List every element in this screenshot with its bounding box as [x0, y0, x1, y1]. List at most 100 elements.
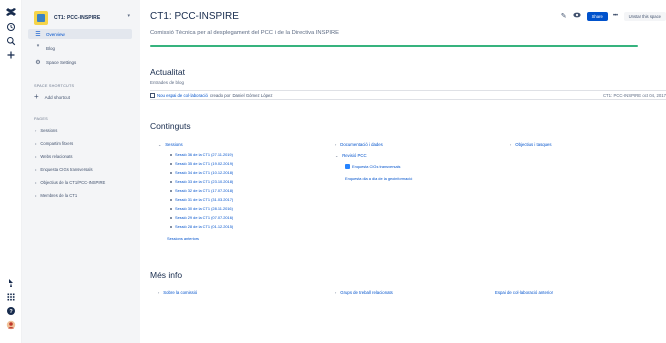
page-tree-item[interactable]: › Sessions	[35, 128, 57, 133]
sidebar-item-label: Space Settings	[46, 59, 77, 65]
create-icon[interactable]	[4, 50, 18, 64]
space-name: CT1: PCC-INSPIRE	[54, 15, 101, 21]
session-link[interactable]: Sessió 33 de la CT1 (23.10.2018)	[170, 179, 233, 184]
session-link[interactable]: Sessió 36 de la CT1 (27.11.2019)	[170, 152, 233, 157]
page-tree-label: Webs relacionats	[40, 154, 73, 159]
page-tree-item[interactable]: • Webs relacionats	[35, 154, 72, 159]
more-actions-button[interactable]: •••	[613, 13, 618, 19]
chevron-right-icon[interactable]: ›	[158, 291, 159, 295]
session-link[interactable]: Sessió 29 de la CT1 (07.07.2016)	[170, 215, 233, 220]
global-navigation-rail: ?	[0, 0, 22, 343]
actualitat-heading: Actualitat	[150, 67, 185, 77]
revisio-pcc-tree-head[interactable]: ⌄ Revisió PCC	[335, 153, 367, 158]
page-tree-item[interactable]: • Membres de la CT1	[35, 193, 77, 198]
space-header[interactable]: CT1: PCC-INSPIRE ▾	[34, 10, 134, 26]
chevron-down-icon[interactable]: ▾	[127, 13, 130, 19]
search-icon[interactable]	[4, 36, 18, 50]
enquesta-geoinformacio-link[interactable]: Enquesta dia a dia de la geoinformació	[345, 176, 412, 181]
session-link[interactable]: Sessió 35 de la CT1 (19.02.2019)	[170, 161, 233, 166]
bullet-icon: •	[35, 141, 37, 146]
sessions-anteriors-link[interactable]: Sessions anteriors	[167, 236, 199, 241]
sessions-tree-head[interactable]: ⌄ Sessions	[158, 142, 183, 147]
session-link[interactable]: Sessió 32 de la CT1 (17.07.2018)	[170, 188, 233, 193]
chevron-right-icon[interactable]: ›	[335, 291, 336, 295]
chevron-right-icon[interactable]: ›	[335, 143, 336, 147]
grups-treball-item[interactable]: › Grups de treball relacionats	[335, 290, 393, 295]
session-link[interactable]: Sessió 31 de la CT1 (31.03.2017)	[170, 197, 233, 202]
documentacio-tree-head[interactable]: › Documentació i dades	[335, 142, 383, 147]
bullet-icon	[170, 171, 172, 174]
space-sidebar: CT1: PCC-INSPIRE ▾ ☰ Overview ” Blog ⚙ S…	[22, 0, 140, 343]
sidebar-item-space-settings[interactable]: ⚙ Space Settings	[34, 57, 76, 67]
session-label: Sessió 32 de la CT1 (17.07.2018)	[175, 188, 234, 193]
bullet-icon	[170, 189, 172, 192]
blog-post-icon	[150, 92, 155, 98]
confluence-logo-icon[interactable]	[4, 6, 18, 20]
bullet-icon	[170, 225, 172, 228]
add-shortcut-label: Add shortcut	[44, 94, 70, 100]
session-label: Sessió 29 de la CT1 (07.07.2016)	[175, 215, 234, 220]
plus-icon: +	[34, 92, 39, 101]
blog-quote-icon: ”	[36, 45, 40, 51]
watch-eye-icon[interactable]	[573, 12, 581, 20]
add-shortcut-button[interactable]: + Add shortcut	[34, 93, 70, 101]
unstar-space-button[interactable]: Unstar this space	[623, 11, 666, 21]
bullet-icon	[170, 198, 172, 201]
page-tree-item[interactable]: • Objectius de la CT1/PCC-INSPIRE	[35, 180, 105, 185]
blog-post-link[interactable]: Nou espai de col·laboració	[157, 93, 208, 98]
page-tree-label: Sessions	[40, 128, 58, 133]
page-tree-item[interactable]: • Enquesta CIGs transversals	[35, 167, 93, 172]
objectius-tree-head[interactable]: › Objectius i tasques	[510, 142, 552, 147]
bullet-icon	[170, 207, 172, 210]
space-shortcuts-heading: SPACE SHORTCUTS	[34, 84, 75, 88]
session-link[interactable]: Sessió 34 de la CT1 (10.12.2018)	[170, 170, 233, 175]
page-tree-item[interactable]: • Compartim fitxers	[35, 141, 73, 146]
chevron-right-icon[interactable]: ›	[510, 143, 511, 147]
page-tree-label: Enquesta CIGs transversals	[40, 167, 93, 172]
chevron-down-icon[interactable]: ⌄	[158, 142, 161, 147]
chevron-right-icon[interactable]: ›	[35, 128, 36, 133]
help-icon[interactable]: ?	[4, 306, 18, 320]
sobre-comissio-item[interactable]: › Sobre la comissió	[158, 290, 197, 295]
app-switcher-icon[interactable]	[4, 292, 18, 306]
gear-icon: ⚙	[35, 59, 41, 66]
sidebar-item-label: Blog	[46, 45, 56, 51]
mes-info-heading: Més info	[150, 270, 183, 280]
bullet-icon	[170, 162, 172, 165]
objectius-link[interactable]: Objectius i tasques	[515, 142, 551, 147]
enquesta-cigs-link[interactable]: Enquesta CIGs transversals	[345, 164, 400, 169]
revisio-pcc-link[interactable]: Revisió PCC	[342, 153, 366, 158]
space-logo-icon	[34, 11, 48, 25]
chevron-down-icon[interactable]: ⌄	[335, 153, 338, 158]
bullet-icon	[170, 153, 172, 156]
session-label: Sessió 30 de la CT1 (28.11.2016)	[175, 206, 233, 211]
session-link[interactable]: Sessió 30 de la CT1 (28.11.2016)	[170, 206, 233, 211]
blog-post-author[interactable]: Daniel Gómez López	[232, 93, 272, 98]
grups-treball-link[interactable]: Grups de treball relacionats	[340, 290, 393, 295]
sidebar-item-overview[interactable]: ☰ Overview	[28, 29, 132, 39]
overview-icon: ☰	[35, 31, 41, 38]
documentacio-link[interactable]: Documentació i dades	[340, 142, 383, 147]
page-subtitle: Comissió Tècnica per al desplegament del…	[150, 30, 340, 36]
page-tree-label: Membres de la CT1	[40, 193, 78, 198]
bullet-icon: •	[35, 154, 37, 159]
page-tree-label: Compartim fitxers	[40, 141, 74, 146]
profile-avatar-icon[interactable]	[4, 320, 18, 334]
sidebar-item-blog[interactable]: ” Blog	[34, 43, 56, 53]
blog-post-created-by: creado por	[209, 92, 231, 98]
continguts-heading: Continguts	[150, 121, 191, 131]
notifications-icon[interactable]	[4, 278, 18, 292]
page-tree-label: Objectius de la CT1/PCC-INSPIRE	[40, 180, 106, 185]
page-title: CT1: PCC-INSPIRE	[150, 11, 239, 22]
session-label: Sessió 34 de la CT1 (10.12.2018)	[175, 170, 234, 175]
bullet-icon: •	[35, 167, 37, 172]
session-label: Sessió 36 de la CT1 (27.11.2019)	[175, 152, 233, 157]
share-button[interactable]: Share	[586, 11, 608, 21]
edit-pencil-icon[interactable]: ✎	[561, 12, 567, 20]
sessions-link[interactable]: Sessions	[165, 142, 182, 147]
sobre-comissio-link[interactable]: Sobre la comissió	[163, 290, 197, 295]
espai-collaboracio-anterior-link[interactable]: Espai de col·laboració anterior	[495, 290, 553, 295]
history-icon[interactable]	[4, 22, 18, 36]
sidebar-item-label: Overview	[46, 31, 65, 37]
session-link[interactable]: Sessió 28 de la CT1 (01.12.2015)	[170, 224, 233, 229]
